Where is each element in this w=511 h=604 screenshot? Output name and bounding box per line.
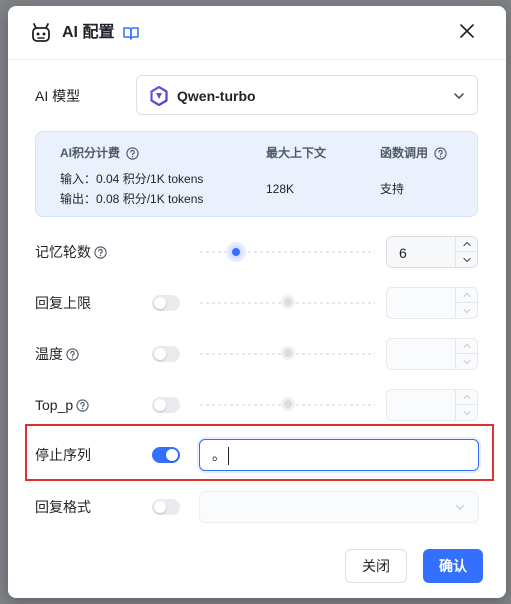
input-price: 输入：0.04 积分/1K tokens: [60, 172, 204, 186]
question-icon[interactable]: [434, 146, 447, 160]
stepper-buttons: [455, 339, 478, 369]
confirm-button[interactable]: 确认: [423, 549, 483, 583]
chevron-down-icon: [463, 257, 471, 262]
ai-model-name: Qwen-turbo: [177, 88, 256, 104]
top-p-label: Top_p: [35, 395, 89, 415]
stepper-up[interactable]: [456, 390, 478, 405]
ai-model-label: AI 模型: [35, 88, 81, 104]
info-header-context: 最大上下文: [266, 146, 327, 160]
reply-format-toggle[interactable]: [152, 499, 180, 515]
top-p-label-text: Top_p: [35, 397, 74, 413]
ai-config-dialog: AI 配置 AI 模型 Qwen-turbo AI积分计费 最大上下文 函数调用…: [8, 6, 506, 598]
max-reply-stepper[interactable]: [386, 287, 478, 319]
temperature-label-text: 温度: [35, 346, 63, 362]
reply-format-select[interactable]: [199, 491, 479, 523]
info-header-points-text: AI积分计费: [60, 146, 121, 160]
stepper-up[interactable]: [456, 288, 478, 303]
top-p-stepper[interactable]: [386, 389, 478, 421]
max-reply-toggle[interactable]: [152, 295, 180, 311]
robot-icon: [32, 23, 50, 42]
chevron-up-icon: [463, 292, 471, 298]
temperature-stepper[interactable]: [386, 338, 478, 370]
max-reply-slider-handle[interactable]: [281, 295, 295, 309]
memory-rounds-slider[interactable]: [200, 251, 375, 253]
output-price: 输出：0.08 积分/1K tokens: [60, 192, 204, 206]
stepper-up[interactable]: [456, 237, 478, 252]
stepper-buttons: [455, 390, 478, 420]
stop-sequence-toggle[interactable]: [152, 447, 180, 463]
stepper-up[interactable]: [456, 339, 478, 354]
memory-rounds-slider-handle[interactable]: [229, 245, 243, 259]
chevron-up-icon: [463, 241, 471, 247]
memory-rounds-label: 记忆轮数: [35, 242, 107, 262]
chevron-down-icon: [463, 308, 471, 313]
book-open-icon[interactable]: [122, 24, 140, 42]
stop-sequence-label: 停止序列: [35, 447, 91, 463]
chevron-up-icon: [463, 394, 471, 400]
temperature-toggle[interactable]: [152, 346, 180, 362]
question-icon[interactable]: [76, 398, 89, 412]
max-reply-label: 回复上限: [35, 295, 91, 311]
stop-sequence-input[interactable]: [199, 439, 479, 471]
chevron-down-icon: [455, 504, 465, 510]
question-icon[interactable]: [94, 245, 107, 259]
stepper-down[interactable]: [456, 252, 478, 267]
toggle-knob: [154, 501, 166, 513]
stepper-buttons: [455, 288, 478, 318]
close-button[interactable]: 关闭: [345, 549, 407, 583]
chevron-up-icon: [463, 343, 471, 349]
chevron-down-icon: [454, 93, 464, 99]
stepper-down[interactable]: [456, 405, 478, 420]
text-caret: [228, 447, 229, 465]
info-header-function-text: 函数调用: [380, 146, 429, 160]
temperature-label: 温度: [35, 344, 79, 364]
toggle-knob: [154, 348, 166, 360]
temperature-slider-handle[interactable]: [281, 346, 295, 360]
chevron-down-icon: [463, 359, 471, 364]
model-info-panel: AI积分计费 最大上下文 函数调用 输入：0.04 积分/1K tokens 输…: [35, 131, 478, 217]
qwen-logo-icon: [150, 86, 168, 106]
close-icon[interactable]: [458, 22, 476, 40]
toggle-knob: [166, 449, 178, 461]
dialog-header: AI 配置: [8, 6, 506, 60]
max-context-value: 128K: [266, 182, 295, 196]
dialog-title: AI 配置: [62, 24, 115, 41]
toggle-knob: [154, 297, 166, 309]
question-icon[interactable]: [66, 347, 79, 361]
memory-rounds-label-text: 记忆轮数: [35, 244, 91, 260]
ai-model-select[interactable]: Qwen-turbo: [136, 75, 478, 115]
info-header-function: 函数调用: [380, 145, 447, 161]
chevron-down-icon: [463, 410, 471, 415]
toggle-knob: [154, 399, 166, 411]
memory-rounds-stepper[interactable]: 6: [386, 236, 478, 268]
stepper-down[interactable]: [456, 354, 478, 369]
function-call-value: 支持: [380, 182, 405, 196]
stepper-down[interactable]: [456, 303, 478, 318]
memory-rounds-value: 6: [399, 245, 407, 261]
stepper-buttons: [455, 237, 478, 267]
info-header-points: AI积分计费: [60, 145, 139, 161]
reply-format-label: 回复格式: [35, 499, 91, 515]
top-p-slider-handle[interactable]: [281, 397, 295, 411]
question-icon[interactable]: [126, 146, 139, 160]
top-p-toggle[interactable]: [152, 397, 180, 413]
